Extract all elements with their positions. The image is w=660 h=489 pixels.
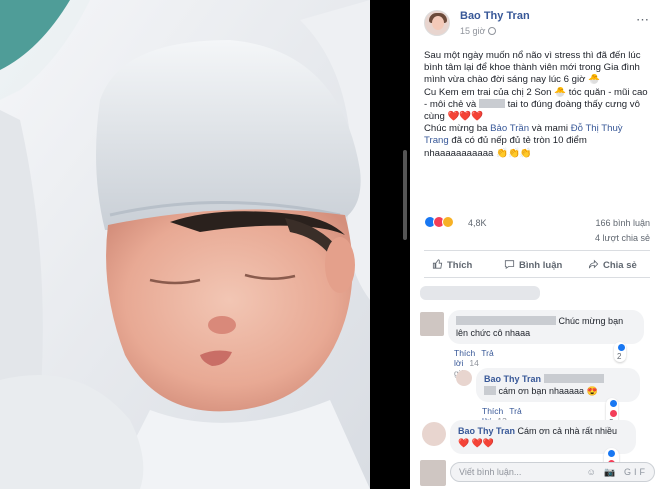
comment-input-placeholder: Viết bình luận... — [459, 467, 522, 477]
comment-count[interactable]: 166 bình luận — [595, 218, 650, 228]
post-header: Bao Thy Tran 15 giờ ⋯ — [424, 8, 660, 40]
thumbs-up-icon — [432, 259, 443, 269]
photo-area[interactable] — [0, 0, 370, 489]
redacted-name — [543, 374, 604, 383]
reply-avatar[interactable] — [456, 370, 472, 386]
like-reaction-icon — [609, 399, 618, 409]
post-paragraph-3a: Chúc mừng ba — [424, 123, 488, 135]
like-button[interactable]: Thích — [432, 259, 472, 271]
post-time-text[interactable]: 15 giờ — [460, 26, 485, 36]
like-label: Thích — [447, 260, 473, 271]
author-comment-name[interactable]: Bao Thy Tran — [458, 426, 515, 436]
reply-text: cám ơn bạn nhaaaaa 😍 — [498, 386, 598, 396]
like-reaction-icon — [607, 449, 616, 459]
reaction-count[interactable]: 4,8K — [468, 218, 487, 228]
post-paragraph-1: Sau một ngày muốn nổ não vì stress thì đ… — [424, 50, 641, 86]
divider — [424, 277, 650, 278]
globe-icon — [488, 27, 497, 35]
post-paragraph-3b: và mami — [531, 123, 569, 135]
wow-reaction-icon — [442, 216, 454, 228]
post-body: Sau một ngày muốn nổ não vì stress thì đ… — [424, 50, 649, 160]
reply-author[interactable]: Bao Thy Tran — [484, 374, 541, 384]
post-paragraph-2: Cu Kem em trai của chị 2 Son 🐣 tóc quăn … — [424, 87, 649, 124]
share-label: Chia sẻ — [603, 260, 637, 271]
action-bar: Thích Bình luận Chia sẻ — [424, 255, 650, 275]
comments-section: Chúc mừng bạn lên chức cô nhaaa Thích Trả… — [410, 280, 660, 489]
post-stats: 4,8K 166 bình luận 4 lượt chia sẻ — [424, 214, 650, 246]
redacted-name — [456, 316, 556, 325]
comment-label: Bình luận — [519, 260, 563, 271]
share-icon — [588, 259, 599, 269]
comment-reactions[interactable]: 2 — [614, 342, 626, 363]
commenter-avatar[interactable] — [420, 312, 444, 336]
redacted-name — [484, 386, 496, 395]
tag-link-bao-tran[interactable]: Bảo Trần — [490, 123, 529, 134]
share-button[interactable]: Chia sẻ — [588, 259, 637, 271]
divider — [424, 250, 650, 251]
scrollbar[interactable] — [402, 0, 410, 489]
post-paragraph-3c: đã có đủ nếp đủ tẻ tròn 10 điểm nhaaaaaa… — [424, 135, 587, 159]
comment-bubble: Chúc mừng bạn lên chức cô nhaaa — [448, 310, 644, 344]
reply-bubble: Bao Thy Tran cám ơn bạn nhaaaaa 😍 — [476, 368, 640, 402]
comment-like-link[interactable]: Thích — [454, 348, 475, 358]
scrollbar-thumb[interactable] — [403, 150, 407, 240]
like-reaction-icon — [617, 343, 626, 353]
share-count[interactable]: 4 lượt chia sẻ — [595, 233, 650, 243]
post-time[interactable]: 15 giờ — [460, 26, 497, 36]
more-options-icon[interactable]: ⋯ — [636, 12, 650, 28]
reaction-icons[interactable] — [424, 216, 454, 228]
reply-like-link[interactable]: Thích — [482, 406, 503, 416]
redacted-text — [478, 98, 505, 108]
photo-viewer: Bao Thy Tran 15 giờ ⋯ Sau một ngày muốn … — [0, 0, 660, 489]
author-avatar[interactable] — [424, 10, 450, 36]
blurred-comment-strip — [420, 286, 540, 300]
comment-input[interactable]: Viết bình luận... ☺ 📷 GIF — [450, 462, 655, 482]
author-name[interactable]: Bao Thy Tran — [460, 10, 530, 22]
post-paragraph-3: Chúc mừng ba Bảo Trần và mami Đỗ Thị Thu… — [424, 123, 649, 160]
newborn-photo — [0, 0, 370, 489]
post-panel: Bao Thy Tran 15 giờ ⋯ Sau một ngày muốn … — [410, 0, 660, 489]
comment-icon — [504, 260, 515, 269]
author-comment-avatar[interactable] — [422, 422, 446, 446]
composer-icons[interactable]: ☺ 📷 GIF — [587, 467, 648, 478]
comment-reaction-count: 2 — [617, 352, 622, 362]
comment-button[interactable]: Bình luận — [504, 259, 562, 271]
love-reaction-icon — [609, 408, 618, 418]
current-user-avatar[interactable] — [420, 460, 446, 486]
